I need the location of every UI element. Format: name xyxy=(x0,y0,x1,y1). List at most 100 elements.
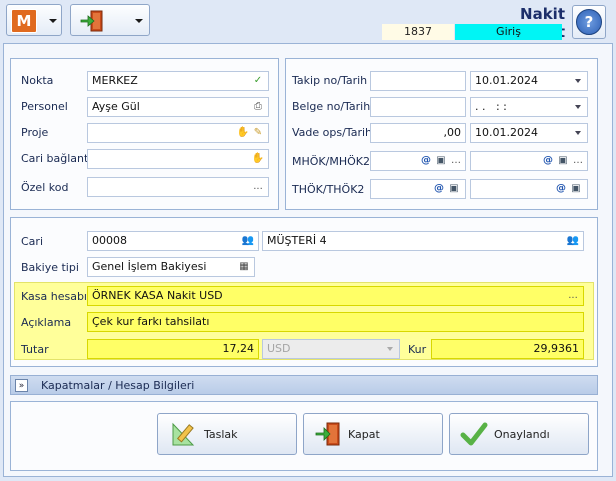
belge-label: Belge no/Tarih xyxy=(292,100,371,113)
thok-field[interactable]: @ ▣ xyxy=(370,179,466,199)
takip-date-field[interactable]: 10.01.2024 xyxy=(470,71,588,91)
handshake-icon[interactable]: ✋ xyxy=(236,126,250,140)
transaction-panel: Cari 00008 👥 MÜŞTERİ 4 👥 Bakiye tipi Gen… xyxy=(10,217,598,367)
at-icon[interactable]: @ xyxy=(419,154,433,168)
ellipsis-icon[interactable]: ... xyxy=(251,180,265,194)
help-button[interactable]: ? xyxy=(572,5,606,39)
chevron-down-icon xyxy=(49,19,57,23)
vade-date-value: 10.01.2024 xyxy=(475,126,538,139)
currency-select[interactable]: USD xyxy=(262,339,400,359)
bakiye-field[interactable]: Genel İşlem Bakiyesi ▦ xyxy=(87,257,255,277)
taslak-label: Taslak xyxy=(204,427,238,441)
proje-label: Proje xyxy=(21,126,49,139)
chevron-down-icon[interactable] xyxy=(575,79,581,83)
mhok2-field[interactable]: @ ▣ … xyxy=(470,151,588,171)
vade-label: Vade ops/Tarih xyxy=(292,126,372,139)
tutar-label: Tutar xyxy=(21,343,49,356)
kasa-label: Kasa hesabı xyxy=(21,290,87,303)
checkmark-icon xyxy=(460,422,488,446)
personel-value: Ayşe Gül xyxy=(92,100,140,113)
at-icon[interactable]: @ xyxy=(541,154,555,168)
aciklama-field[interactable]: Çek kur farkı tahsilatı xyxy=(87,312,584,332)
kur-label: Kur xyxy=(408,343,427,356)
kapat-label: Kapat xyxy=(348,427,380,441)
mhok-field[interactable]: @ ▣ … xyxy=(370,151,466,171)
belge-date-field[interactable]: . . : : xyxy=(470,97,588,117)
exit-door-icon xyxy=(80,10,103,32)
section-label: Kapatmalar / Hesap Bilgileri xyxy=(41,379,195,392)
nokta-value: MERKEZ xyxy=(92,74,138,87)
vade-date-field[interactable]: 10.01.2024 xyxy=(470,123,588,143)
thok-label: THÖK/THÖK2 xyxy=(292,183,365,196)
ellipsis-icon[interactable]: … xyxy=(571,154,585,168)
chevron-down-icon[interactable] xyxy=(575,131,581,135)
at-icon[interactable]: @ xyxy=(432,182,446,196)
kapatmalar-section-bar[interactable]: » Kapatmalar / Hesap Bilgileri xyxy=(10,375,598,395)
general-info-panel: Nokta MERKEZ ✓ Personel Ayşe Gül ⎙ Proje… xyxy=(10,58,279,210)
personel-field[interactable]: Ayşe Gül ⎙ xyxy=(87,97,269,117)
expand-icon[interactable]: » xyxy=(15,379,28,392)
thok2-field[interactable]: @ ▣ xyxy=(470,179,588,199)
draft-pencil-icon xyxy=(172,422,195,446)
cari-name-field[interactable]: MÜŞTERİ 4 👥 xyxy=(262,231,584,251)
tutar-field[interactable]: 17,24 xyxy=(87,339,259,359)
cari-name-value: MÜŞTERİ 4 xyxy=(267,234,327,247)
ellipsis-icon[interactable]: ... xyxy=(566,289,580,303)
takip-label: Takip no/Tarih xyxy=(292,74,368,87)
belge-date-value: . . : : xyxy=(475,100,507,113)
taslak-button[interactable]: Taslak xyxy=(157,413,297,455)
kasa-field[interactable]: ÖRNEK KASA Nakit USD ... xyxy=(87,286,584,306)
at-icon[interactable]: @ xyxy=(554,182,568,196)
cari-label: Cari xyxy=(21,235,43,248)
takip-date-value: 10.01.2024 xyxy=(475,74,538,87)
onaylandi-button[interactable]: Onaylandı xyxy=(449,413,589,455)
chevron-down-icon xyxy=(135,19,143,23)
handshake-icon[interactable]: ✋ xyxy=(251,152,265,166)
ozel-kod-field[interactable]: ... xyxy=(87,177,269,197)
users-icon[interactable]: 👥 xyxy=(566,234,580,248)
personel-label: Personel xyxy=(21,100,68,113)
menu-button[interactable]: M xyxy=(6,4,62,36)
nokta-label: Nokta xyxy=(21,74,54,87)
help-glyph: ? xyxy=(584,13,594,31)
cari-baglanti-label: Cari bağlantı xyxy=(21,152,92,165)
tracking-panel: Takip no/Tarih 10.01.2024 Belge no/Tarih… xyxy=(285,58,598,210)
person-lookup-icon[interactable]: ⎙ xyxy=(251,100,265,114)
help-icon: ? xyxy=(576,9,602,35)
ellipsis-icon[interactable]: … xyxy=(449,154,463,168)
users-icon[interactable]: 👥 xyxy=(241,234,255,248)
view-icon[interactable]: ▣ xyxy=(556,154,570,168)
check-icon: ✓ xyxy=(253,75,263,86)
edit-icon[interactable]: ✎ xyxy=(251,126,265,140)
belge-no-field[interactable] xyxy=(370,97,466,117)
exit-menu-button[interactable] xyxy=(70,4,150,36)
view-icon[interactable]: ▣ xyxy=(447,182,461,196)
direction-badge: Giriş xyxy=(455,24,562,40)
ozel-kod-label: Özel kod xyxy=(21,181,69,194)
document-number: 1837 xyxy=(382,24,454,40)
view-icon[interactable]: ▣ xyxy=(569,182,583,196)
cari-code-value: 00008 xyxy=(92,234,127,247)
kapat-button[interactable]: Kapat xyxy=(303,413,443,455)
vade-ops-field[interactable]: ,00 xyxy=(370,123,466,143)
app-logo-icon: M xyxy=(11,9,37,33)
mhok-label: MHÖK/MHÖK2 xyxy=(292,155,370,168)
app-logo-letter: M xyxy=(16,12,32,30)
cari-baglanti-field[interactable]: ✋ xyxy=(87,149,269,169)
exit-door-icon xyxy=(315,422,340,446)
nokta-field[interactable]: MERKEZ ✓ xyxy=(87,71,269,91)
proje-field[interactable]: ✋ ✎ xyxy=(87,123,269,143)
view-icon[interactable]: ▣ xyxy=(434,154,448,168)
cari-code-field[interactable]: 00008 👥 xyxy=(87,231,259,251)
calculator-icon[interactable]: ▦ xyxy=(237,260,251,274)
kur-field[interactable]: 29,9361 xyxy=(431,339,584,359)
takip-no-field[interactable] xyxy=(370,71,466,91)
chevron-down-icon xyxy=(387,347,393,351)
bakiye-value: Genel İşlem Bakiyesi xyxy=(92,260,207,273)
onaylandi-label: Onaylandı xyxy=(494,427,550,441)
kasa-value: ÖRNEK KASA Nakit USD xyxy=(92,289,223,302)
bakiye-label: Bakiye tipi xyxy=(21,261,79,274)
chevron-down-icon[interactable] xyxy=(575,105,581,109)
currency-value: USD xyxy=(267,342,291,355)
aciklama-label: Açıklama xyxy=(21,316,72,329)
